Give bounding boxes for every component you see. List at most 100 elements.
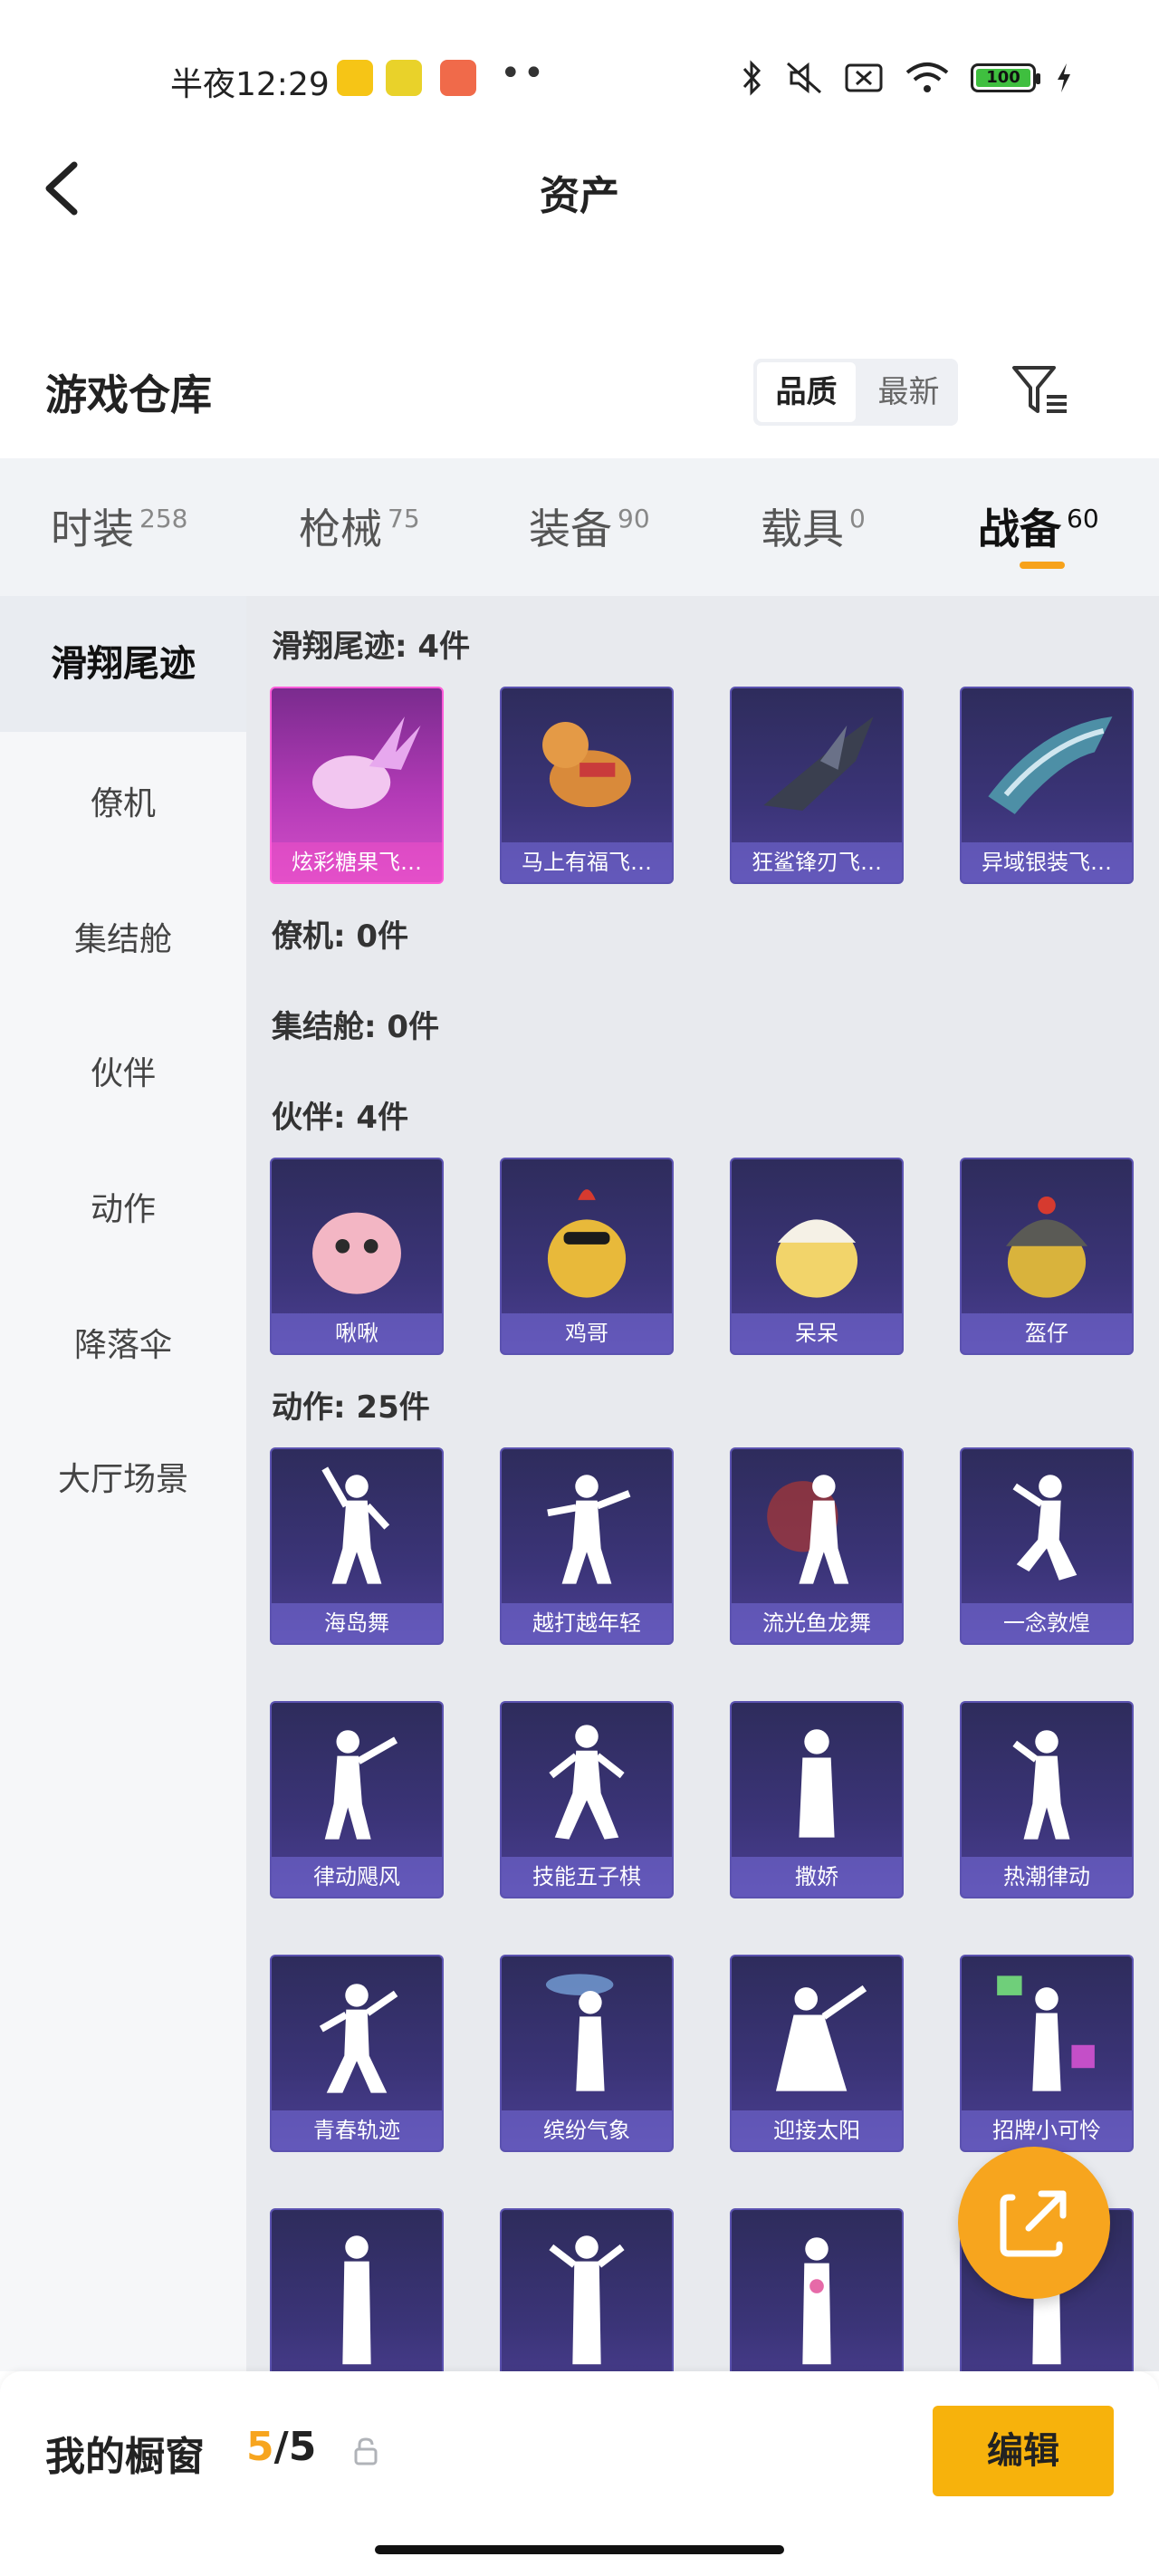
item-card[interactable] bbox=[500, 2208, 674, 2371]
section-title-pod: 集结舱: 0件 bbox=[272, 1009, 440, 1045]
dancer-silhouette-icon bbox=[321, 1466, 390, 1584]
item-card[interactable]: 技能五子棋 bbox=[500, 1701, 674, 1898]
dancer-silhouette-icon bbox=[342, 2235, 371, 2365]
item-card[interactable]: 迎接太阳 bbox=[730, 1955, 904, 2152]
tab-equipment[interactable]: 装备 90 bbox=[529, 496, 650, 556]
dancer-silhouette-icon bbox=[319, 1984, 398, 2093]
tab-combat-prep[interactable]: 战备 60 bbox=[978, 496, 1099, 556]
item-name: 马上有福飞… bbox=[502, 842, 672, 882]
notification-app-icon bbox=[440, 60, 476, 96]
item-name: 盔仔 bbox=[962, 1313, 1132, 1353]
item-name: 热潮律动 bbox=[962, 1857, 1132, 1897]
item-name: 一念敦煌 bbox=[962, 1603, 1132, 1643]
sort-toggle: 品质 最新 bbox=[753, 359, 958, 426]
item-name: 炫彩糖果飞… bbox=[272, 842, 442, 882]
horse-glide-icon bbox=[542, 722, 631, 808]
item-card[interactable]: 热潮律动 bbox=[960, 1701, 1134, 1898]
more-notifications-icon: •• bbox=[500, 53, 547, 94]
dancer-silhouette-icon bbox=[1012, 1730, 1070, 1840]
item-card[interactable]: 一念敦煌 bbox=[960, 1447, 1134, 1645]
notification-app-icon bbox=[386, 60, 422, 96]
lock-icon bbox=[354, 2437, 378, 2465]
active-tab-indicator bbox=[1020, 562, 1065, 569]
item-card[interactable] bbox=[270, 2208, 444, 2371]
dancer-silhouette-icon bbox=[324, 1730, 398, 1840]
item-name: 啾啾 bbox=[272, 1313, 442, 1353]
item-card[interactable]: 招牌小可怜 bbox=[960, 1955, 1134, 2152]
item-card[interactable]: 撒娇 bbox=[730, 1701, 904, 1898]
sidebar-item-pod[interactable]: 集结舱 bbox=[0, 913, 246, 960]
item-name: 流光鱼龙舞 bbox=[732, 1603, 902, 1643]
edit-button[interactable]: 编辑 bbox=[933, 2406, 1114, 2496]
showcase-bar: 我的橱窗 5/5 编辑 bbox=[0, 2371, 1159, 2576]
notification-app-icon bbox=[337, 60, 373, 96]
dancer-silhouette-icon bbox=[549, 1725, 625, 1840]
page-title: 资产 bbox=[540, 173, 619, 219]
chicken-partner-icon bbox=[547, 1189, 627, 1298]
item-grid: 滑翔尾迹: 4件 炫彩糖果飞… 马上有福飞… 狂鲨锋刃飞… 异域银装飞… 僚机:… bbox=[246, 596, 1159, 2371]
dancer-silhouette-icon bbox=[767, 1475, 849, 1584]
bluetooth-icon bbox=[742, 60, 761, 96]
sim-off-icon bbox=[845, 63, 883, 92]
dancer-silhouette-icon bbox=[1012, 1475, 1078, 1581]
item-card[interactable]: 青春轨迹 bbox=[270, 1955, 444, 2152]
item-card[interactable]: 炫彩糖果飞… bbox=[270, 687, 444, 884]
item-card[interactable]: 越打越年轻 bbox=[500, 1447, 674, 1645]
item-name: 越打越年轻 bbox=[502, 1603, 672, 1643]
sidebar-item-lobby-scene[interactable]: 大厅场景 bbox=[0, 1453, 246, 1500]
section-title-wingman: 僚机: 0件 bbox=[272, 918, 409, 955]
item-name: 招牌小可怜 bbox=[962, 2110, 1132, 2150]
item-card[interactable]: 狂鲨锋刃飞… bbox=[730, 687, 904, 884]
pink-bird-partner-icon bbox=[312, 1212, 401, 1294]
dancer-silhouette-icon bbox=[997, 1975, 1095, 2091]
section-title-glide: 滑翔尾迹: 4件 bbox=[272, 629, 471, 665]
item-name: 鸡哥 bbox=[502, 1313, 672, 1353]
sidebar-item-partner[interactable]: 伙伴 bbox=[0, 1047, 246, 1094]
item-name: 狂鲨锋刃飞… bbox=[732, 842, 902, 882]
item-card[interactable]: 流光鱼龙舞 bbox=[730, 1447, 904, 1645]
shark-glide-icon bbox=[763, 716, 874, 811]
filter-icon[interactable] bbox=[1011, 362, 1070, 418]
item-name: 呆呆 bbox=[732, 1313, 902, 1353]
sidebar-item-emote[interactable]: 动作 bbox=[0, 1183, 246, 1230]
warehouse-title: 游戏仓库 bbox=[45, 370, 212, 419]
sort-newest-button[interactable]: 最新 bbox=[859, 359, 958, 426]
item-card[interactable]: 呆呆 bbox=[730, 1158, 904, 1355]
dancer-silhouette-icon bbox=[775, 1985, 867, 2091]
sidebar: 滑翔尾迹 僚机 集结舱 伙伴 动作 降落伞 大厅场景 bbox=[0, 596, 246, 2371]
item-name: 海岛舞 bbox=[272, 1603, 442, 1643]
item-name: 律动飓风 bbox=[272, 1857, 442, 1897]
item-card[interactable]: 海岛舞 bbox=[270, 1447, 444, 1645]
item-card[interactable]: 鸡哥 bbox=[500, 1158, 674, 1355]
item-card[interactable]: 律动飓风 bbox=[270, 1701, 444, 1898]
silver-glide-icon bbox=[988, 716, 1113, 814]
item-card[interactable]: 马上有福飞… bbox=[500, 687, 674, 884]
item-card[interactable]: 啾啾 bbox=[270, 1158, 444, 1355]
sidebar-item-glide-trail[interactable]: 滑翔尾迹 bbox=[0, 596, 246, 732]
item-card[interactable]: 盔仔 bbox=[960, 1158, 1134, 1355]
dancer-silhouette-icon bbox=[802, 2237, 831, 2365]
tab-fashion[interactable]: 时装 258 bbox=[51, 496, 187, 556]
showcase-label: 我的橱窗 bbox=[45, 2434, 205, 2480]
sidebar-item-wingman[interactable]: 僚机 bbox=[0, 777, 246, 824]
item-name: 撒娇 bbox=[732, 1857, 902, 1897]
dancer-silhouette-icon bbox=[545, 1974, 614, 2091]
home-indicator[interactable] bbox=[375, 2545, 784, 2554]
item-card[interactable]: 异域银装飞… bbox=[960, 687, 1134, 884]
sort-quality-button[interactable]: 品质 bbox=[757, 362, 856, 422]
share-button[interactable] bbox=[958, 2147, 1110, 2299]
mute-icon bbox=[787, 62, 821, 94]
charging-icon bbox=[1058, 63, 1070, 92]
share-icon bbox=[1000, 2190, 1067, 2257]
dancer-silhouette-icon bbox=[799, 1729, 835, 1838]
section-title-emote: 动作: 25件 bbox=[272, 1389, 430, 1426]
dancer-silhouette-icon bbox=[549, 2235, 625, 2365]
showcase-count: 5/5 bbox=[246, 2424, 317, 2470]
tab-firearms[interactable]: 枪械 75 bbox=[299, 496, 420, 556]
tab-vehicles[interactable]: 载具 0 bbox=[761, 496, 866, 556]
item-name: 技能五子棋 bbox=[502, 1857, 672, 1897]
item-card[interactable] bbox=[730, 2208, 904, 2371]
sidebar-item-parachute[interactable]: 降落伞 bbox=[0, 1319, 246, 1366]
item-card[interactable]: 缤纷气象 bbox=[500, 1955, 674, 2152]
wifi-icon bbox=[905, 62, 949, 92]
